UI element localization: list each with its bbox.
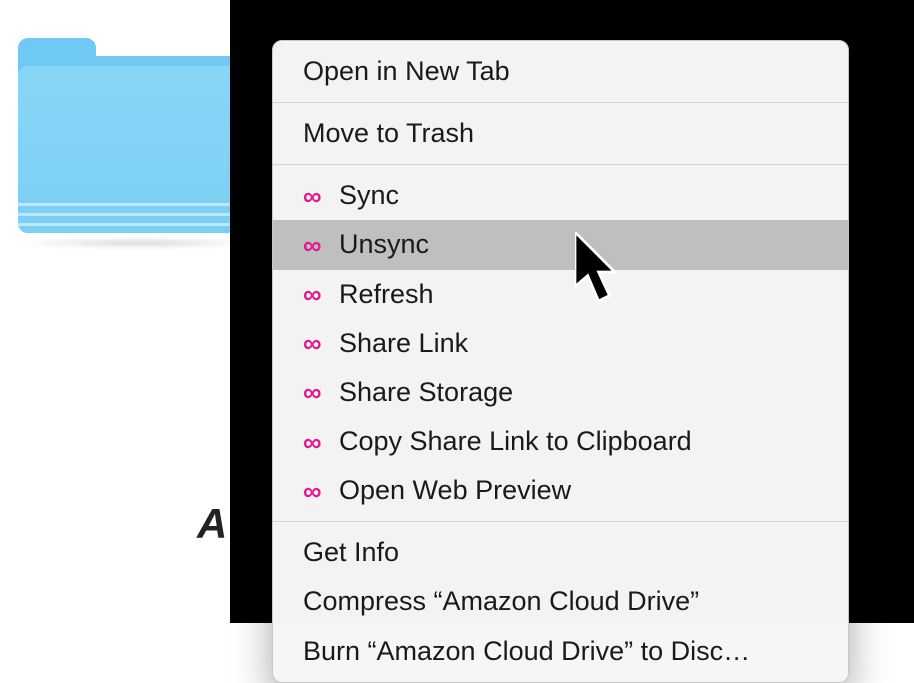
menu-item-copy-share-link[interactable]: ∞ Copy Share Link to Clipboard xyxy=(273,417,848,466)
menu-item-burn-to-disc[interactable]: Burn “Amazon Cloud Drive” to Disc… xyxy=(273,627,848,676)
menu-item-label: Copy Share Link to Clipboard xyxy=(339,422,692,461)
context-menu: Open in New Tab Move to Trash ∞ Sync ∞ U… xyxy=(272,40,849,683)
menu-item-label: Move to Trash xyxy=(303,114,474,153)
menu-item-open-new-tab[interactable]: Open in New Tab xyxy=(273,47,848,96)
menu-item-share-storage[interactable]: ∞ Share Storage xyxy=(273,368,848,417)
menu-item-label: Open in New Tab xyxy=(303,52,510,91)
menu-separator xyxy=(273,521,848,522)
infinity-icon: ∞ xyxy=(303,429,333,455)
menu-item-label: Unsync xyxy=(339,225,429,264)
menu-item-get-info[interactable]: Get Info xyxy=(273,528,848,577)
menu-item-open-web-preview[interactable]: ∞ Open Web Preview xyxy=(273,466,848,515)
menu-separator xyxy=(273,102,848,103)
menu-item-label: Share Storage xyxy=(339,373,513,412)
infinity-icon: ∞ xyxy=(303,330,333,356)
infinity-icon: ∞ xyxy=(303,183,333,209)
menu-item-label: Share Link xyxy=(339,324,468,363)
folder-shadow xyxy=(18,238,258,248)
menu-item-unsync[interactable]: ∞ Unsync xyxy=(273,220,848,269)
folder-icon[interactable] xyxy=(18,38,258,233)
menu-item-refresh[interactable]: ∞ Refresh xyxy=(273,270,848,319)
menu-item-label: Refresh xyxy=(339,275,434,314)
menu-item-label: Open Web Preview xyxy=(339,471,571,510)
menu-item-move-to-trash[interactable]: Move to Trash xyxy=(273,109,848,158)
menu-item-share-link[interactable]: ∞ Share Link xyxy=(273,319,848,368)
menu-item-label: Compress “Amazon Cloud Drive” xyxy=(303,582,699,621)
menu-item-label: Get Info xyxy=(303,533,399,572)
menu-item-label: Burn “Amazon Cloud Drive” to Disc… xyxy=(303,632,750,671)
menu-item-compress[interactable]: Compress “Amazon Cloud Drive” xyxy=(273,577,848,626)
folder-label-fragment: A xyxy=(197,500,228,548)
menu-separator xyxy=(273,164,848,165)
infinity-icon: ∞ xyxy=(303,379,333,405)
menu-item-label: Sync xyxy=(339,176,399,215)
menu-item-sync[interactable]: ∞ Sync xyxy=(273,171,848,220)
infinity-icon: ∞ xyxy=(303,232,333,258)
infinity-icon: ∞ xyxy=(303,281,333,307)
infinity-icon: ∞ xyxy=(303,478,333,504)
